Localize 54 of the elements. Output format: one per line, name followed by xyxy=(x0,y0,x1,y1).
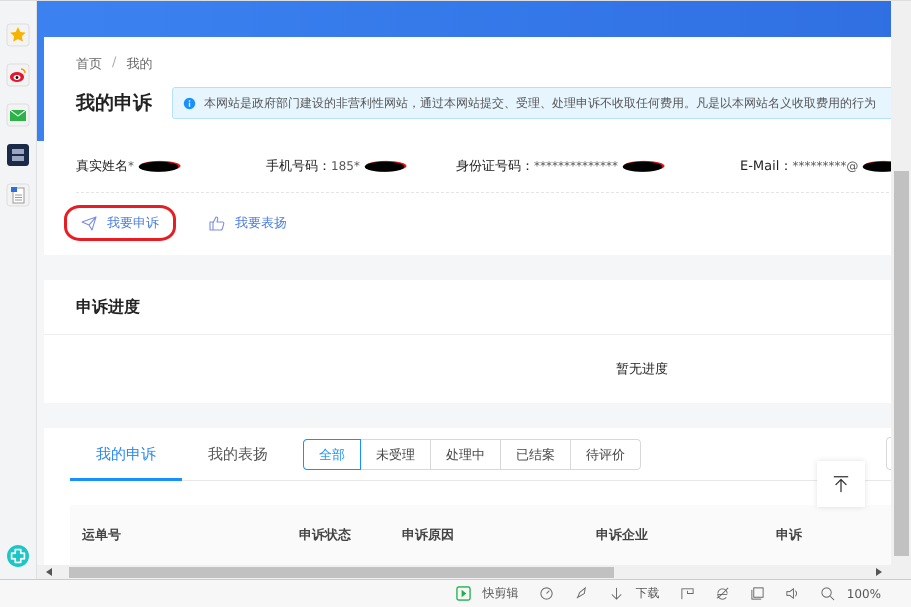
empty-message: 暂无进度 xyxy=(616,361,668,378)
field-value: * xyxy=(128,159,134,173)
speaker-icon[interactable] xyxy=(784,586,800,601)
window-icon[interactable] xyxy=(750,586,765,601)
arrow-to-top-icon xyxy=(832,475,850,493)
filter-button[interactable]: 待评价 xyxy=(570,439,641,470)
redaction-mark xyxy=(364,159,408,173)
news-logo-icon[interactable] xyxy=(6,143,30,167)
notice-text: 本网站是政府部门建设的非营利性网站，通过本网站提交、受理、处理申诉不收取任何费用。凡是以本网站名义收取费用的行为 xyxy=(204,94,876,112)
filter-button[interactable]: 已结案 xyxy=(500,439,571,470)
left-arrow-icon[interactable] xyxy=(46,568,52,576)
eye-logo-icon[interactable] xyxy=(6,63,30,87)
redaction-mark xyxy=(622,159,666,173)
breadcrumb-link[interactable]: 我的 xyxy=(126,55,152,73)
field-label: 身份证号码： xyxy=(456,158,534,175)
filter-button[interactable]: 处理中 xyxy=(430,439,501,470)
status-label[interactable]: 100% xyxy=(846,586,881,600)
action-link[interactable]: 我要表扬 xyxy=(192,205,304,241)
mail-icon[interactable] xyxy=(6,103,30,127)
search-icon[interactable] xyxy=(820,586,835,601)
column-header: 申诉原因 xyxy=(401,527,455,544)
document-icon[interactable] xyxy=(6,183,30,207)
download-icon[interactable] xyxy=(608,586,624,601)
thumbs-up-icon xyxy=(209,215,225,231)
field-value: 185* xyxy=(331,159,360,173)
field-value: ************** xyxy=(534,159,618,173)
back-to-top-button[interactable] xyxy=(817,461,865,507)
column-header: 申诉 xyxy=(775,527,803,544)
redaction-mark xyxy=(138,159,182,173)
page-title: 我的申诉 xyxy=(76,91,152,116)
field-label: 真实姓名 xyxy=(76,158,128,175)
flag-icon[interactable] xyxy=(680,586,695,601)
status-label[interactable]: 下载 xyxy=(636,585,660,602)
action-link[interactable]: 我要申诉 xyxy=(64,205,176,241)
tab[interactable]: 我的申诉 xyxy=(70,445,182,481)
horizontal-scrollbar[interactable] xyxy=(37,565,891,579)
status-label[interactable]: 快剪辑 xyxy=(482,585,519,602)
breadcrumb-link[interactable]: 首页 xyxy=(76,55,102,73)
paper-plane-icon xyxy=(81,215,97,231)
gauge-icon[interactable] xyxy=(538,586,554,601)
filter-button[interactable]: 未受理 xyxy=(360,439,431,470)
info-icon xyxy=(183,96,196,110)
column-header: 申诉企业 xyxy=(595,527,649,544)
field-label: E-Mail： xyxy=(740,158,792,175)
section-title: 申诉进度 xyxy=(76,296,140,318)
field-label: 手机号码： xyxy=(266,158,331,175)
column-header: 申诉状态 xyxy=(298,527,352,544)
column-header: 运单号 xyxy=(81,527,122,544)
breadcrumb-separator: / xyxy=(112,55,116,72)
field-value: *********@ xyxy=(792,159,858,173)
tab[interactable]: 我的表扬 xyxy=(182,445,294,481)
vertical-scrollbar[interactable] xyxy=(891,1,911,579)
right-arrow-icon[interactable] xyxy=(876,568,882,576)
play-icon[interactable] xyxy=(456,586,471,601)
